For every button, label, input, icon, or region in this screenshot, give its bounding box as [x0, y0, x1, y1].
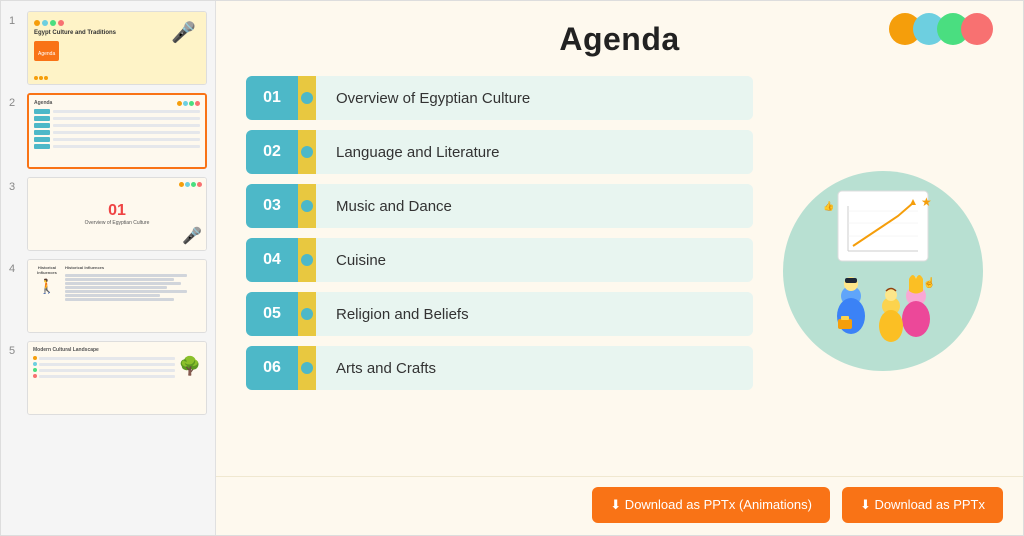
puzzle-icon-3: [298, 184, 316, 228]
slide-thumb-2[interactable]: 2 Agenda: [9, 93, 207, 169]
agenda-label-4: Cuisine: [316, 238, 753, 282]
puzzle-icon-5: [298, 292, 316, 336]
svg-text:👍: 👍: [823, 200, 834, 211]
agenda-num-3: 03: [246, 184, 298, 228]
slide-thumb-3[interactable]: 3 01 Overview of Egyptian Culture 🎤: [9, 177, 207, 251]
slide-preview-5: Modern Cultural Landscape 🌳: [27, 341, 207, 415]
slide4-title: Historical Influences: [33, 265, 61, 275]
agenda-label-5: Religion and Beliefs: [316, 292, 753, 336]
mic-icon: 🎤: [171, 20, 196, 45]
agenda-num-6: 06: [246, 346, 298, 390]
illustration-panel: ★ 👍: [773, 76, 993, 466]
slide5-tree-icon: 🌳: [179, 356, 201, 378]
agenda-list: 01 Overview of Egyptian Culture 02 Langu…: [246, 76, 753, 466]
agenda-item-4: 04 Cuisine: [246, 238, 753, 282]
slide-preview-4: Historical Influences 🚶 Historical Influ…: [27, 259, 207, 333]
puzzle-icon-4: [298, 238, 316, 282]
slide-content: Agenda 01 Overview of Egyptian Culture 0…: [216, 1, 1023, 476]
slide-num-1: 1: [9, 15, 21, 27]
agenda-label-2: Language and Literature: [316, 130, 753, 174]
slide-preview-1: Egypt Culture and Traditions Agenda 🎤: [27, 11, 207, 85]
thumb2-agenda-label: Agenda: [34, 100, 52, 106]
slide-num-4: 4: [9, 263, 21, 275]
puzzle-icon-6: [298, 346, 316, 390]
slide-thumb-5[interactable]: 5 Modern Cultural Landscape 🌳: [9, 341, 207, 415]
agenda-num-2: 02: [246, 130, 298, 174]
slide1-subtitle: Agenda: [38, 51, 55, 57]
svg-text:☝️: ☝️: [923, 276, 935, 289]
agenda-label-3: Music and Dance: [316, 184, 753, 228]
slide3-text: Overview of Egyptian Culture: [85, 220, 150, 226]
deco-circle-red: [961, 13, 993, 45]
puzzle-icon-1: [298, 76, 316, 120]
slide5-title: Modern Cultural Landscape: [33, 347, 201, 353]
agenda-num-1: 01: [246, 76, 298, 120]
agenda-num-5: 05: [246, 292, 298, 336]
deco-circles: [897, 13, 993, 45]
slide3-num: 01: [108, 202, 126, 220]
slide-panel: 1 Egypt Culture and Traditions Agenda: [1, 1, 216, 535]
agenda-item-3: 03 Music and Dance: [246, 184, 753, 228]
slide-preview-2: Agenda: [27, 93, 207, 169]
illustration-circle: ★ 👍: [783, 171, 983, 371]
download-animations-button[interactable]: ⬇ Download as PPTx (Animations): [592, 487, 830, 523]
slide-thumb-1[interactable]: 1 Egypt Culture and Traditions Agenda: [9, 11, 207, 85]
page-title: Agenda: [246, 21, 993, 58]
content-row: 01 Overview of Egyptian Culture 02 Langu…: [246, 76, 993, 466]
agenda-item-1: 01 Overview of Egyptian Culture: [246, 76, 753, 120]
slide4-label: Historical Influences: [65, 265, 201, 270]
slide-num-2: 2: [9, 97, 21, 109]
slide-num-3: 3: [9, 181, 21, 193]
agenda-item-6: 06 Arts and Crafts: [246, 346, 753, 390]
download-pptx-button[interactable]: ⬇ Download as PPTx: [842, 487, 1003, 523]
agenda-item-2: 02 Language and Literature: [246, 130, 753, 174]
slide-thumb-4[interactable]: 4 Historical Influences 🚶 Historical Inf…: [9, 259, 207, 333]
illustration-svg: ★ 👍: [783, 171, 983, 371]
slide3-figure-icon: 🎤: [182, 226, 202, 246]
app-container: 1 Egypt Culture and Traditions Agenda: [0, 0, 1024, 536]
slide-num-5: 5: [9, 345, 21, 357]
slide-preview-3: 01 Overview of Egyptian Culture 🎤: [27, 177, 207, 251]
agenda-num-4: 04: [246, 238, 298, 282]
svg-text:★: ★: [921, 195, 932, 209]
agenda-label-6: Arts and Crafts: [316, 346, 753, 390]
footer: ⬇ Download as PPTx (Animations) ⬇ Downlo…: [216, 476, 1023, 535]
slide4-figure-icon: 🚶: [38, 278, 55, 295]
agenda-label-1: Overview of Egyptian Culture: [316, 76, 753, 120]
agenda-item-5: 05 Religion and Beliefs: [246, 292, 753, 336]
main-panel: Agenda 01 Overview of Egyptian Culture 0…: [216, 1, 1023, 535]
puzzle-icon-2: [298, 130, 316, 174]
